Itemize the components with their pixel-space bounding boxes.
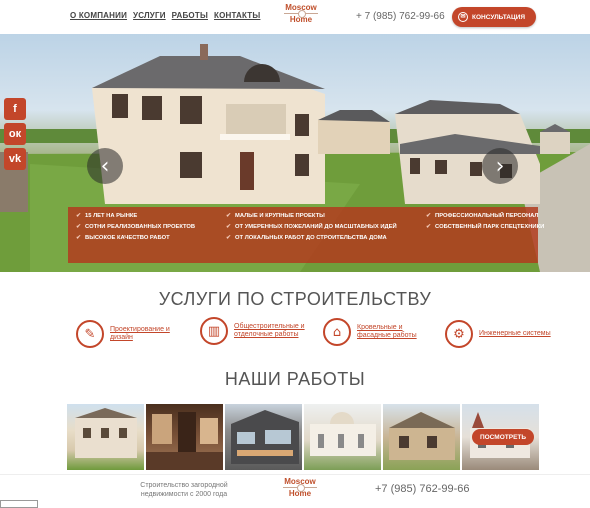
service-engineering[interactable]: ⚙ Инженерные системы bbox=[445, 320, 559, 348]
footer-divider bbox=[0, 474, 590, 475]
service-label[interactable]: Кровельные и фасадные работы bbox=[357, 324, 437, 340]
service-label[interactable]: Проектирование и дизайн bbox=[110, 326, 190, 342]
work-photo[interactable] bbox=[225, 404, 302, 470]
feature-item: МАЛЫЕ И КРУПНЫЕ ПРОЕКТЫ bbox=[226, 213, 426, 220]
vk-icon[interactable]: vk bbox=[4, 148, 26, 170]
feature-item: ВЫСОКОЕ КАЧЕСТВО РАБОТ bbox=[76, 235, 226, 242]
service-label[interactable]: Общестроительные и отделочные работы bbox=[234, 323, 314, 339]
feature-item: ОТ ЛОКАЛЬНЫХ РАБОТ ДО СТРОИТЕЛЬСТВА ДОМА bbox=[226, 235, 426, 242]
logo-divider bbox=[283, 484, 317, 492]
site-logo[interactable]: Moscow Home bbox=[284, 3, 318, 24]
header-phone[interactable]: + 7 (985) 762-99-66 bbox=[356, 11, 445, 22]
odnoklassniki-icon[interactable]: ок bbox=[4, 123, 26, 145]
hero-slider: f ок vk ‹ › 15 ЛЕТ НА РЫНКЕ СОТНИ РЕАЛИЗ… bbox=[0, 34, 590, 272]
feature-item: 15 ЛЕТ НА РЫНКЕ bbox=[76, 213, 226, 220]
service-design[interactable]: ✎ Проектирование и дизайн bbox=[76, 320, 190, 348]
footer-tagline: Строительство загородной недвижимости с … bbox=[140, 482, 228, 498]
services-title: УСЛУГИ ПО СТРОИТЕЛЬСТВУ bbox=[158, 289, 432, 309]
facebook-icon[interactable]: f bbox=[4, 98, 26, 120]
feature-item: ПРОФЕССИОНАЛЬНЫЙ ПЕРСОНАЛ bbox=[426, 213, 546, 220]
chat-icon: ✉ bbox=[458, 12, 468, 22]
features-column-3: ПРОФЕССИОНАЛЬНЫЙ ПЕРСОНАЛ СОБСТВЕННЫЙ ПА… bbox=[426, 213, 546, 257]
service-construction[interactable]: ▥ Общестроительные и отделочные работы bbox=[200, 317, 314, 345]
slider-prev-button[interactable]: ‹ bbox=[87, 148, 123, 184]
nav-link-works[interactable]: РАБОТЫ bbox=[172, 11, 208, 20]
work-photo[interactable] bbox=[146, 404, 223, 470]
works-title: НАШИ РАБОТЫ bbox=[224, 369, 366, 389]
works-gallery bbox=[67, 404, 539, 470]
features-panel: 15 ЛЕТ НА РЫНКЕ СОТНИ РЕАЛИЗОВАННЫХ ПРОЕ… bbox=[68, 207, 544, 263]
features-column-2: МАЛЫЕ И КРУПНЫЕ ПРОЕКТЫ ОТ УМЕРЕННЫХ ПОЖ… bbox=[226, 213, 426, 257]
nav-link-contacts[interactable]: КОНТАКТЫ bbox=[214, 11, 260, 20]
footer-logo[interactable]: Moscow Home bbox=[283, 477, 317, 498]
work-photo[interactable] bbox=[304, 404, 381, 470]
status-widget bbox=[0, 500, 38, 508]
feature-item: СОБСТВЕННЫЙ ПАРК СПЕЦТЕХНИКИ bbox=[426, 224, 546, 231]
social-links: f ок vk bbox=[4, 98, 26, 170]
footer-phone[interactable]: +7 (985) 762-99-66 bbox=[375, 483, 469, 495]
work-photo[interactable] bbox=[67, 404, 144, 470]
drafting-icon: ✎ bbox=[76, 320, 104, 348]
service-label[interactable]: Инженерные системы bbox=[479, 330, 559, 338]
work-photo[interactable] bbox=[383, 404, 460, 470]
consultation-label: КОНСУЛЬТАЦИЯ bbox=[472, 13, 526, 21]
feature-item: ОТ УМЕРЕННЫХ ПОЖЕЛАНИЙ ДО МАСШТАБНЫХ ИДЕ… bbox=[226, 224, 426, 231]
roof-icon: ⌂ bbox=[323, 318, 351, 346]
chevron-right-icon: › bbox=[495, 153, 505, 179]
feature-item: СОТНИ РЕАЛИЗОВАННЫХ ПРОЕКТОВ bbox=[76, 224, 226, 231]
main-nav: О КОМПАНИИ УСЛУГИ РАБОТЫ КОНТАКТЫ bbox=[70, 11, 260, 20]
paint-roller-icon: ▥ bbox=[200, 317, 228, 345]
nav-link-company[interactable]: О КОМПАНИИ bbox=[70, 11, 127, 20]
chevron-left-icon: ‹ bbox=[100, 153, 110, 179]
logo-divider bbox=[284, 10, 318, 18]
slider-next-button[interactable]: › bbox=[482, 148, 518, 184]
engineering-icon: ⚙ bbox=[445, 320, 473, 348]
consultation-button[interactable]: ✉ КОНСУЛЬТАЦИЯ bbox=[452, 7, 536, 27]
nav-link-services[interactable]: УСЛУГИ bbox=[133, 11, 166, 20]
service-roofing[interactable]: ⌂ Кровельные и фасадные работы bbox=[323, 318, 437, 346]
view-more-button[interactable]: ПОСМОТРЕТЬ bbox=[472, 429, 534, 445]
features-column-1: 15 ЛЕТ НА РЫНКЕ СОТНИ РЕАЛИЗОВАННЫХ ПРОЕ… bbox=[76, 213, 226, 257]
